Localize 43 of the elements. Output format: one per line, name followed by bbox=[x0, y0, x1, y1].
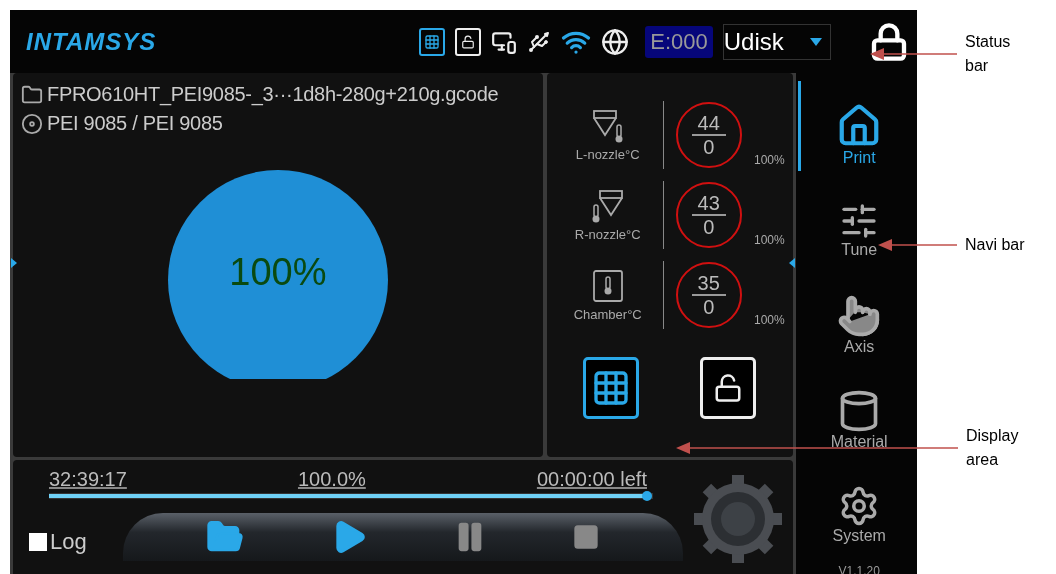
folder-icon bbox=[21, 83, 43, 106]
storage-select[interactable]: Udisk bbox=[722, 23, 831, 60]
nav-item[interactable]: Tune bbox=[839, 182, 880, 277]
temperature-label: L-nozzle°C bbox=[575, 146, 640, 162]
left-arrow-icon[interactable] bbox=[11, 258, 17, 268]
file-name: FPRO610HT_PEI9085-_3···1d8h-280g+210g.gcode bbox=[47, 83, 499, 106]
temperature-gauge[interactable]: 35 0 bbox=[675, 262, 742, 328]
right-arrow-icon[interactable] bbox=[788, 258, 795, 268]
progress-percent: 100% bbox=[229, 251, 327, 294]
temperature-label: R-nozzle°C bbox=[574, 226, 641, 242]
target-temperature: 0 bbox=[703, 136, 715, 158]
error-code: E:000 bbox=[645, 25, 713, 58]
nav-item[interactable]: System bbox=[832, 467, 886, 562]
caret-icon bbox=[809, 37, 822, 46]
current-temperature: 43 bbox=[691, 192, 726, 216]
hand-pointer-icon bbox=[837, 293, 882, 338]
nav-item[interactable]: Material bbox=[830, 372, 888, 467]
target-temperature: 0 bbox=[703, 216, 715, 238]
spool-icon bbox=[21, 112, 43, 135]
annotation-label: Navi bar bbox=[965, 235, 1026, 255]
material-name: PEI 9085 / PEI 9085 bbox=[47, 112, 223, 135]
remaining-time: 00:00:00 left bbox=[536, 468, 647, 491]
temperature-label: Chamber°C bbox=[573, 306, 642, 322]
temperature-gauge[interactable]: 43 0 bbox=[675, 182, 742, 248]
unlocked-padlock-icon bbox=[713, 373, 744, 403]
door-lock-button[interactable] bbox=[700, 357, 757, 419]
target-temperature: 0 bbox=[703, 296, 715, 318]
temperature-gauge[interactable]: 44 0 bbox=[675, 102, 742, 168]
progress-handle[interactable] bbox=[642, 491, 652, 501]
power-percent: 100% bbox=[754, 153, 785, 167]
elapsed-time: 32:39:17 bbox=[49, 468, 127, 491]
brand-logo: INTAMSYS bbox=[26, 27, 157, 56]
log-checkbox[interactable]: Log bbox=[29, 529, 87, 555]
annotation-label: Status bar bbox=[965, 32, 1012, 76]
light-button[interactable] bbox=[583, 357, 640, 419]
power-percent: 100% bbox=[754, 233, 785, 247]
power-percent: 100% bbox=[754, 313, 785, 327]
current-temperature: 44 bbox=[691, 112, 726, 136]
progress-value: 100.0% bbox=[297, 468, 366, 491]
nav-item[interactable]: Print bbox=[836, 87, 883, 182]
nav-item[interactable]: Axis bbox=[837, 277, 882, 372]
current-temperature: 35 bbox=[691, 272, 726, 296]
annotation-label: Display area bbox=[966, 426, 1020, 470]
